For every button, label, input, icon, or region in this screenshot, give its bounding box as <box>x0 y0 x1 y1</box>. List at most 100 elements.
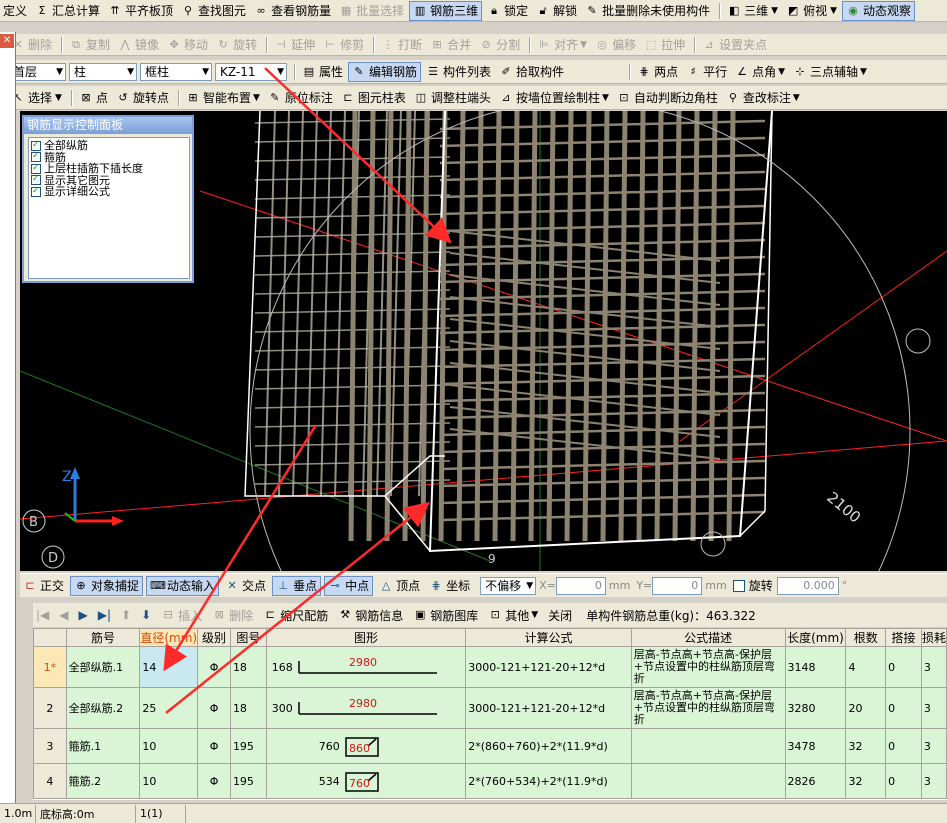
last-record-button[interactable]: ▶| <box>95 605 114 625</box>
close-grid-button[interactable]: 关闭 <box>545 605 575 625</box>
ortho-toggle[interactable]: ⊏ 正交 <box>20 576 67 596</box>
cell-description[interactable] <box>630 763 786 799</box>
properties-button[interactable]: ▤ 属性 <box>299 62 346 82</box>
row-index[interactable]: 1* <box>33 646 67 688</box>
cell-loss[interactable]: 3 <box>920 646 947 688</box>
col-header-count[interactable]: 根数 <box>845 628 887 647</box>
option-upper-dowel[interactable]: 上层柱插筋下插长度 <box>31 163 187 175</box>
table-row[interactable]: 3 箍筋.1 10 Φ 195 760 860 2*(860+760)+2*(1… <box>33 728 947 764</box>
cell-shape[interactable]: 534 760 <box>265 763 467 799</box>
cell-grade[interactable]: Φ <box>197 728 231 764</box>
col-header-lap[interactable]: 搭接 <box>885 628 922 647</box>
cell-length[interactable]: 3148 <box>784 646 847 688</box>
trim-button[interactable]: ⊢ 修剪 <box>320 35 367 55</box>
col-header-length[interactable]: 长度(mm) <box>784 628 847 647</box>
cell-loss[interactable]: 3 <box>920 687 947 729</box>
cell-length[interactable]: 3280 <box>784 687 847 729</box>
first-record-button[interactable]: |◀ <box>33 605 52 625</box>
table-row[interactable]: 2 全部纵筋.2 25 Φ 18 300 2980 3000-121+121-2… <box>33 687 947 729</box>
cell-figure[interactable]: 195 <box>229 728 267 764</box>
component-list-button[interactable]: ☰ 构件列表 <box>423 62 494 82</box>
cell-formula[interactable]: 3000-121+121-20+12*d <box>465 687 632 729</box>
three-point-axis-button[interactable]: ⊹ 三点辅轴 ▼ <box>790 62 870 82</box>
col-header-diameter[interactable]: 直径(mm) <box>139 628 199 647</box>
table-row[interactable]: 4 箍筋.2 10 Φ 195 534 760 2*(760+534)+2*(1… <box>33 763 947 799</box>
cell-name[interactable]: 箍筋.2 <box>65 763 141 799</box>
row-index[interactable]: 4 <box>33 763 67 799</box>
split-button[interactable]: ⊘ 分割 <box>476 35 523 55</box>
intersection-snap[interactable]: ✕ 交点 <box>222 576 269 596</box>
cell-shape[interactable]: 168 2980 <box>265 646 467 688</box>
cell-shape[interactable]: 760 860 <box>265 728 467 764</box>
row-index[interactable]: 2 <box>33 687 67 729</box>
move-down-button[interactable]: ⬇ <box>138 605 154 625</box>
col-header-loss[interactable]: 损耗 <box>920 628 947 647</box>
checkbox[interactable] <box>31 151 41 163</box>
column-table-button[interactable]: ⊏ 图元柱表 <box>338 88 409 108</box>
col-header-shape[interactable]: 图形 <box>265 628 467 647</box>
break-button[interactable]: ⋮ 打断 <box>378 35 425 55</box>
orbit-handle[interactable] <box>905 328 931 354</box>
next-record-button[interactable]: ▶ <box>76 605 91 625</box>
cell-figure[interactable]: 18 <box>229 687 267 729</box>
cell-diameter[interactable]: 10 <box>139 728 199 764</box>
cell-shape[interactable]: 300 2980 <box>265 687 467 729</box>
checkbox[interactable] <box>31 163 41 174</box>
batch-select-button[interactable]: ▦ 批量选择 <box>336 1 407 21</box>
checkbox[interactable] <box>31 174 41 186</box>
parallel-axis-button[interactable]: ♯ 平行 <box>683 62 730 82</box>
point-angle-axis-button[interactable]: ∠ 点角 ▼ <box>732 62 788 82</box>
copy-button[interactable]: ⧉ 复制 <box>66 35 113 55</box>
cell-loss[interactable]: 3 <box>920 763 947 799</box>
floor-select[interactable]: 首层 ▼ <box>8 62 66 81</box>
col-header-formula[interactable]: 计算公式 <box>465 628 632 647</box>
batch-delete-button[interactable]: ✎ 批量删除未使用构件 <box>582 1 713 21</box>
cell-count[interactable]: 4 <box>845 646 887 688</box>
midpoint-snap[interactable]: ⊸ 中点 <box>324 575 374 596</box>
checkbox[interactable] <box>31 140 41 151</box>
point-button[interactable]: ⊠ 点 <box>76 88 111 108</box>
option-show-formula[interactable]: 显示详细公式 <box>31 186 187 198</box>
align-slab-top-button[interactable]: ⇈ 平齐板顶 <box>105 1 176 21</box>
cell-grade[interactable]: Φ <box>197 687 231 729</box>
adjust-column-end-button[interactable]: ◫ 调整柱端头 <box>411 88 494 108</box>
coordinate-snap[interactable]: ⋕ 坐标 <box>426 576 473 596</box>
table-row[interactable]: 1* 全部纵筋.1 14 Φ 18 168 2980 3000-121+121-… <box>33 646 947 688</box>
delete-row-button[interactable]: ⊠ 删除 <box>209 605 256 625</box>
unlock-button[interactable]: 🔓︎ 解锁 <box>533 1 580 21</box>
close-icon[interactable]: ✕ <box>0 34 14 48</box>
vertex-snap[interactable]: △ 顶点 <box>376 576 423 596</box>
move-up-button[interactable]: ⬆ <box>118 605 134 625</box>
cell-diameter[interactable]: 14 <box>139 646 199 688</box>
col-header-name[interactable]: 筋号 <box>65 628 141 647</box>
cell-length[interactable]: 3478 <box>784 728 847 764</box>
smart-layout-button[interactable]: ⊞ 智能布置 ▼ <box>183 88 263 108</box>
offset-button[interactable]: ◎ 偏移 <box>592 35 639 55</box>
cell-name[interactable]: 箍筋.1 <box>65 728 141 764</box>
cell-count[interactable]: 20 <box>845 687 887 729</box>
perpendicular-snap[interactable]: ⊥ 垂点 <box>272 575 322 596</box>
cell-description[interactable] <box>630 728 786 764</box>
set-grip-button[interactable]: ⊿ 设置夹点 <box>699 35 770 55</box>
align-button[interactable]: ⊫ 对齐 ▼ <box>534 35 590 55</box>
cell-diameter[interactable]: 10 <box>139 763 199 799</box>
cell-formula[interactable]: 3000-121+121-20+12*d <box>465 646 632 688</box>
col-header-figure[interactable]: 图号 <box>229 628 267 647</box>
cell-length[interactable]: 2826 <box>784 763 847 799</box>
cell-lap[interactable]: 0 <box>885 646 922 688</box>
rotate-point-button[interactable]: ↺ 旋转点 <box>113 88 172 108</box>
dynamic-observe-button[interactable]: ◉ 动态观察 <box>842 0 916 21</box>
cell-figure[interactable]: 18 <box>229 646 267 688</box>
mirror-button[interactable]: ⋀ 镜像 <box>115 35 162 55</box>
cell-formula[interactable]: 2*(760+534)+2*(11.9*d) <box>465 763 632 799</box>
cell-lap[interactable]: 0 <box>885 763 922 799</box>
3d-view-button[interactable]: ◧ 三维 ▼ <box>724 1 781 21</box>
rebar-info-button[interactable]: ⚒ 钢筋信息 <box>335 605 406 625</box>
edit-label-button[interactable]: ⚲ 查改标注 ▼ <box>723 88 803 108</box>
define-button[interactable]: 定义 <box>0 1 30 21</box>
two-point-axis-button[interactable]: ⋕ 两点 <box>634 62 681 82</box>
cell-count[interactable]: 32 <box>845 728 887 764</box>
col-header-grade[interactable]: 级别 <box>197 628 231 647</box>
type-select[interactable]: 柱 ▼ <box>69 62 137 81</box>
extend-button[interactable]: ⊣ 延伸 <box>271 35 318 55</box>
